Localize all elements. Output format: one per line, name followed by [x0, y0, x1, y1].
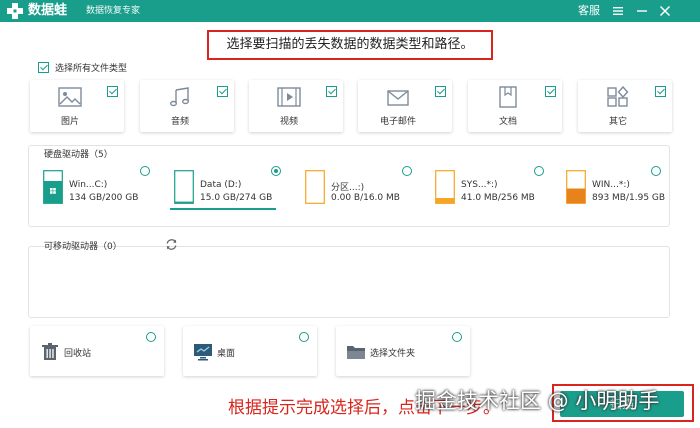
drive-radio[interactable] — [402, 166, 412, 176]
recycle-bin-icon — [42, 343, 58, 360]
file-type-card-document[interactable]: 文档 — [468, 80, 562, 132]
file-type-label: 视频 — [279, 117, 298, 127]
drive-name: 分区...:) — [331, 183, 365, 193]
file-type-card-email[interactable]: 电子邮件 — [358, 80, 452, 132]
file-type-card-image[interactable]: 图片 — [30, 80, 124, 132]
app-logo-icon — [7, 3, 23, 19]
selected-drive-underline — [170, 208, 276, 210]
file-type-label: 文档 — [498, 117, 517, 127]
file-type-checkbox[interactable] — [435, 86, 446, 97]
file-type-card-video[interactable]: 视频 — [249, 80, 343, 132]
location-radio[interactable] — [146, 332, 156, 342]
location-label: 选择文件夹 — [370, 349, 416, 359]
hard-drive-title: 硬盘驱动器（5） — [44, 150, 113, 160]
drive-size: 134 GB/200 GB — [69, 193, 139, 203]
location-radio[interactable] — [299, 332, 309, 342]
windows-drive-icon — [43, 170, 63, 204]
file-type-card-audio[interactable]: 音频 — [140, 80, 234, 132]
location-label: 回收站 — [64, 349, 92, 359]
drive-icon — [435, 170, 455, 204]
minimize-icon[interactable] — [633, 2, 651, 20]
app-name: 数据蛙 — [28, 3, 68, 18]
removable-drive-title: 可移动驱动器（0） — [44, 242, 122, 252]
drive-item[interactable]: 分区...:) 0.00 B/16.0 MB — [305, 170, 415, 208]
file-type-checkbox[interactable] — [326, 86, 337, 97]
drive-icon — [566, 170, 586, 204]
drive-name: Data (D:) — [200, 180, 242, 190]
refresh-icon[interactable] — [165, 238, 178, 251]
close-icon[interactable] — [656, 2, 674, 20]
drive-size: 0.00 B/16.0 MB — [331, 193, 400, 203]
drive-radio-selected[interactable] — [271, 166, 281, 176]
location-radio[interactable] — [452, 332, 462, 342]
instruction-text: 选择要扫描的丢失数据的数据类型和路径。 — [207, 30, 493, 60]
file-type-label: 其它 — [608, 117, 627, 127]
watermark-text: 掘金技术社区 @ 小明助手 — [415, 389, 660, 413]
drive-size: 41.0 MB/256 MB — [461, 193, 535, 203]
folder-icon — [347, 346, 365, 359]
drive-radio[interactable] — [534, 166, 544, 176]
removable-drive-panel — [28, 246, 670, 318]
drive-radio[interactable] — [651, 166, 661, 176]
drive-size: 15.0 GB/274 GB — [200, 193, 273, 203]
file-type-checkbox[interactable] — [545, 86, 556, 97]
file-type-checkbox[interactable] — [107, 86, 118, 97]
title-bar: 数据蛙 数据恢复专家 客服 — [0, 0, 700, 22]
drive-item[interactable]: SYS...*:) 41.0 MB/256 MB — [435, 170, 545, 208]
location-card-recycle-bin[interactable]: 回收站 — [30, 326, 164, 376]
video-icon — [277, 87, 301, 107]
location-label: 桌面 — [217, 349, 236, 359]
select-all-check[interactable] — [38, 61, 49, 73]
drive-name: WIN...*:) — [592, 180, 630, 190]
drive-name: SYS...*:) — [461, 180, 498, 190]
drive-name: Win...C:) — [69, 180, 108, 190]
customer-service-link[interactable]: 客服 — [578, 3, 600, 19]
drive-item[interactable]: WIN...*:) 893 MB/1.95 GB — [566, 170, 666, 208]
drive-item[interactable]: Win...C:) 134 GB/200 GB — [43, 170, 153, 208]
file-type-checkbox[interactable] — [655, 86, 666, 97]
music-icon — [170, 87, 189, 107]
file-type-label: 音频 — [170, 117, 189, 127]
file-type-label: 图片 — [60, 117, 79, 127]
file-type-label: 电子邮件 — [379, 117, 416, 127]
drive-item-selected[interactable]: Data (D:) 15.0 GB/274 GB — [174, 170, 284, 208]
location-card-desktop[interactable]: 桌面 — [183, 326, 317, 376]
location-card-select-folder[interactable]: 选择文件夹 — [336, 326, 470, 376]
other-icon — [607, 86, 629, 107]
menu-icon[interactable] — [609, 2, 627, 20]
desktop-icon — [194, 344, 212, 361]
image-icon — [58, 87, 82, 107]
file-type-checkbox[interactable] — [217, 86, 228, 97]
select-all-label: 选择所有文件类型 — [55, 63, 128, 74]
drive-icon — [305, 170, 325, 204]
drive-icon — [174, 170, 194, 204]
drive-size: 893 MB/1.95 GB — [592, 193, 666, 203]
drive-radio[interactable] — [140, 166, 150, 176]
select-all-checkbox[interactable]: 选择所有文件类型 — [38, 60, 127, 74]
email-icon — [387, 90, 409, 106]
document-icon — [499, 86, 517, 108]
app-subtitle: 数据恢复专家 — [86, 6, 141, 16]
file-type-card-other[interactable]: 其它 — [578, 80, 672, 132]
